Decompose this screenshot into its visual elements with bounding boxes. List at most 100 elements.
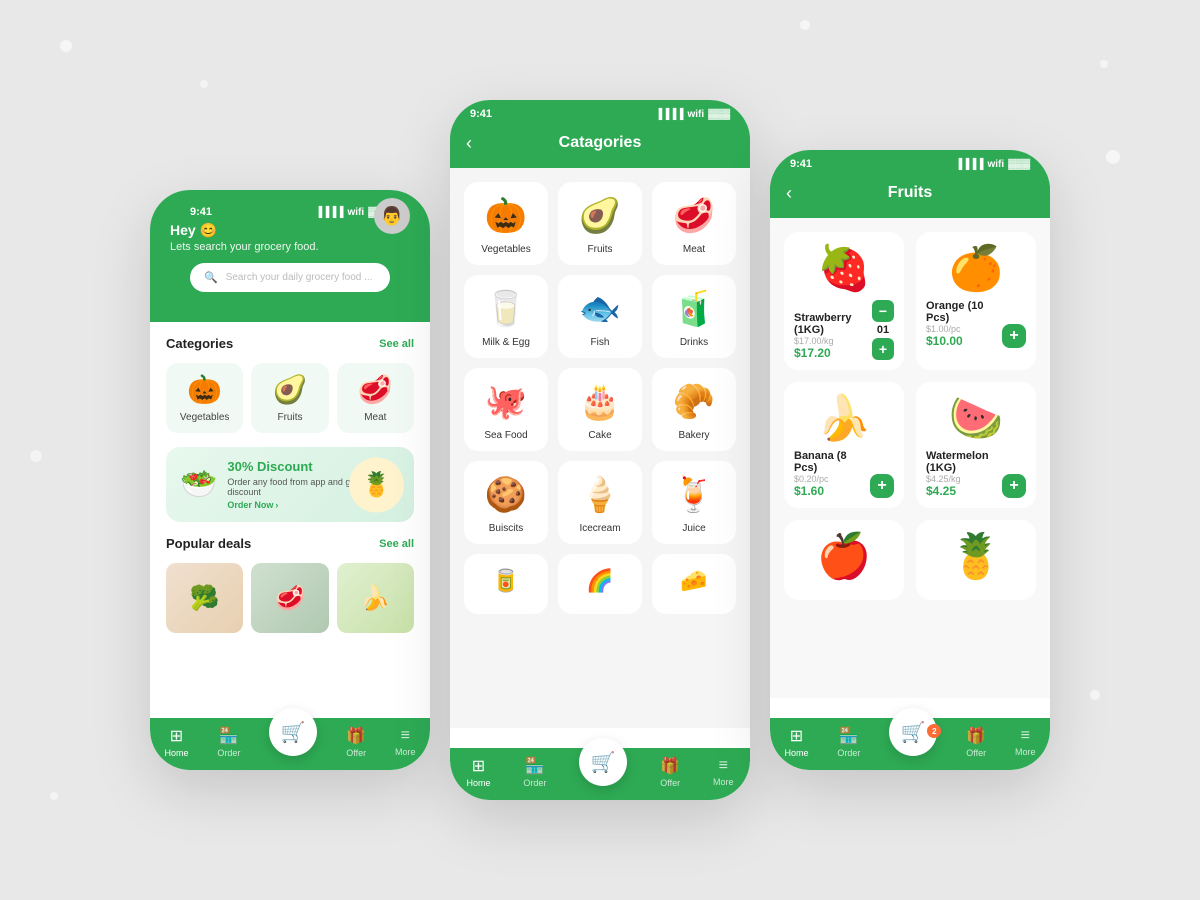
cat-card-cake[interactable]: 🎂 Cake (558, 368, 642, 451)
back-button-categories[interactable]: ‹ (466, 133, 472, 154)
strawberry-info: Strawberry (1KG) $17.00/kg $17.20 (794, 312, 872, 360)
cat-icon-seafood: 🐙 (485, 382, 527, 422)
cat-card-fish[interactable]: 🐟 Fish (558, 275, 642, 358)
nav-offer[interactable]: 🎁 Offer (346, 726, 366, 758)
banana-add-button[interactable]: + (870, 474, 894, 498)
cat-card-vegetables[interactable]: 🎃 Vegetables (464, 182, 548, 265)
fruits-nav-more[interactable]: ≡ More (1015, 727, 1036, 757)
fruits-nav-home[interactable]: ⊞ Home (784, 726, 808, 758)
product-strawberry[interactable]: 🍓 Strawberry (1KG) $17.00/kg $17.20 − 01… (784, 232, 904, 370)
nav-order[interactable]: 🏪 Order (217, 726, 240, 758)
cat-icon-more1: 🌈 (586, 568, 613, 594)
fruits-label: Fruits (277, 412, 302, 423)
signal-icon-fruits: ▐▐▐▐ (955, 159, 983, 170)
watermelon-info-row: Watermelon (1KG) $4.25/kg $4.25 + (926, 450, 1026, 498)
cat-icon-snacks: 🥫 (492, 568, 519, 594)
cart-fab-button[interactable]: 🛒 (269, 708, 317, 756)
greeting-text: Hey 😊 (170, 222, 410, 239)
watermelon-add-button[interactable]: + (1002, 474, 1026, 498)
fruits-nav-offer[interactable]: 🎁 Offer (966, 726, 986, 758)
cat-label-bakery: Bakery (678, 430, 709, 441)
deal-meat[interactable]: 🥩 (251, 563, 328, 633)
deal-vegetables[interactable]: 🥦 (166, 563, 243, 633)
cat-card-snacks[interactable]: 🥫 (464, 554, 548, 614)
nav-more[interactable]: ≡ More (395, 727, 416, 757)
cat-icon-bakery: 🥐 (673, 382, 715, 422)
home-cat-fruits[interactable]: 🥑 Fruits (251, 363, 328, 433)
cat-card-seafood[interactable]: 🐙 Sea Food (464, 368, 548, 451)
cat-cart-fab[interactable]: 🛒 (579, 738, 627, 786)
product-apple[interactable]: 🍎 (784, 520, 904, 600)
fruits-offer-label: Offer (966, 748, 986, 758)
pineapple-image: 🍍 (949, 530, 1004, 582)
orange-add-button[interactable]: + (1002, 324, 1026, 348)
fruits-home-icon: ⊞ (790, 726, 803, 746)
cat-nav-more[interactable]: ≡ More (713, 757, 734, 787)
product-watermelon[interactable]: 🍉 Watermelon (1KG) $4.25/kg $4.25 + (916, 382, 1036, 508)
cat-label-milk: Milk & Egg (482, 337, 530, 348)
cat-icon-fruits: 🥑 (579, 196, 621, 236)
home-cat-vegetables[interactable]: 🎃 Vegetables (166, 363, 243, 433)
user-avatar[interactable]: 👨 (374, 198, 410, 234)
home-nav-label: Home (164, 748, 188, 758)
orange-image: 🍊 (949, 242, 1004, 294)
orange-name: Orange (10 Pcs) (926, 300, 1002, 324)
home-nav-icon: ⊞ (170, 726, 183, 746)
cat-home-icon: ⊞ (472, 756, 485, 776)
cat-card-fruits[interactable]: 🥑 Fruits (558, 182, 642, 265)
cat-card-icecream[interactable]: 🍦 Icecream (558, 461, 642, 544)
back-button-fruits[interactable]: ‹ (786, 183, 792, 204)
more-nav-icon: ≡ (401, 727, 410, 745)
subtitle-text: Lets search your grocery food. (170, 241, 410, 253)
cat-card-more1[interactable]: 🌈 (558, 554, 642, 614)
cat-label-icecream: Icecream (579, 523, 620, 534)
cat-card-bakery[interactable]: 🥐 Bakery (652, 368, 736, 451)
cat-icon-drinks: 🧃 (673, 289, 715, 329)
discount-banner[interactable]: 🥗 30% Discount Order any food from app a… (166, 447, 414, 522)
watermelon-name: Watermelon (1KG) (926, 450, 1002, 474)
popular-header: Popular deals See all (166, 536, 414, 551)
strawberry-minus-btn[interactable]: − (872, 300, 894, 322)
product-pineapple[interactable]: 🍍 (916, 520, 1036, 600)
vegetables-icon: 🎃 (187, 373, 222, 406)
cat-nav-offer[interactable]: 🎁 Offer (660, 756, 680, 788)
orange-info: Orange (10 Pcs) $1.00/pc $10.00 (926, 300, 1002, 348)
fruits-page-title: Fruits (888, 184, 932, 202)
meat-label: Meat (364, 412, 386, 423)
product-orange[interactable]: 🍊 Orange (10 Pcs) $1.00/pc $10.00 + (916, 232, 1036, 370)
cat-order-icon: 🏪 (525, 756, 545, 776)
fruits-order-icon: 🏪 (839, 726, 859, 746)
phone-categories: 9:41 ▐▐▐▐ wifi ▓▓▓ ‹ Catagories 🎃 Vegeta… (450, 100, 750, 800)
categories-see-all[interactable]: See all (379, 338, 414, 350)
cat-offer-icon: 🎁 (660, 756, 680, 776)
apple-image: 🍎 (817, 530, 872, 582)
strawberry-image: 🍓 (817, 242, 872, 294)
cat-card-drinks[interactable]: 🧃 Drinks (652, 275, 736, 358)
product-banana[interactable]: 🍌 Banana (8 Pcs) $0.20/pc $1.60 + (784, 382, 904, 508)
fruits-home-label: Home (784, 748, 808, 758)
cat-nav-home[interactable]: ⊞ Home (466, 756, 490, 788)
cat-card-biscuits[interactable]: 🍪 Buiscits (464, 461, 548, 544)
strawberry-plus-btn[interactable]: + (872, 338, 894, 360)
cat-card-juice[interactable]: 🍹 Juice (652, 461, 736, 544)
phones-container: 9:41 ▐▐▐▐ wifi ▓▓▓ Hey 😊 Lets search you… (150, 100, 1050, 800)
cat-label-drinks: Drinks (680, 337, 708, 348)
fruits-more-icon: ≡ (1021, 727, 1030, 745)
cat-nav-order[interactable]: 🏪 Order (523, 756, 546, 788)
popular-see-all[interactable]: See all (379, 538, 414, 550)
watermelon-info: Watermelon (1KG) $4.25/kg $4.25 (926, 450, 1002, 498)
cat-icon-meat: 🥩 (673, 196, 715, 236)
cat-card-more2[interactable]: 🧀 (652, 554, 736, 614)
deal-bananas[interactable]: 🍌 (337, 563, 414, 633)
cat-icon-biscuits: 🍪 (485, 475, 527, 515)
strawberry-orig-price: $17.00/kg (794, 336, 872, 346)
nav-home[interactable]: ⊞ Home (164, 726, 188, 758)
categories-grid-content: 🎃 Vegetables 🥑 Fruits 🥩 Meat 🥛 Milk & Eg… (450, 168, 750, 728)
cat-card-milk[interactable]: 🥛 Milk & Egg (464, 275, 548, 358)
fruits-nav-order[interactable]: 🏪 Order (837, 726, 860, 758)
search-bar[interactable]: 🔍 Search your daily grocery food ... (190, 263, 390, 292)
home-cat-meat[interactable]: 🥩 Meat (337, 363, 414, 433)
cat-card-meat[interactable]: 🥩 Meat (652, 182, 736, 265)
order-now-label: Order Now (227, 500, 273, 510)
home-content: Categories See all 🎃 Vegetables 🥑 Fruits… (150, 322, 430, 702)
